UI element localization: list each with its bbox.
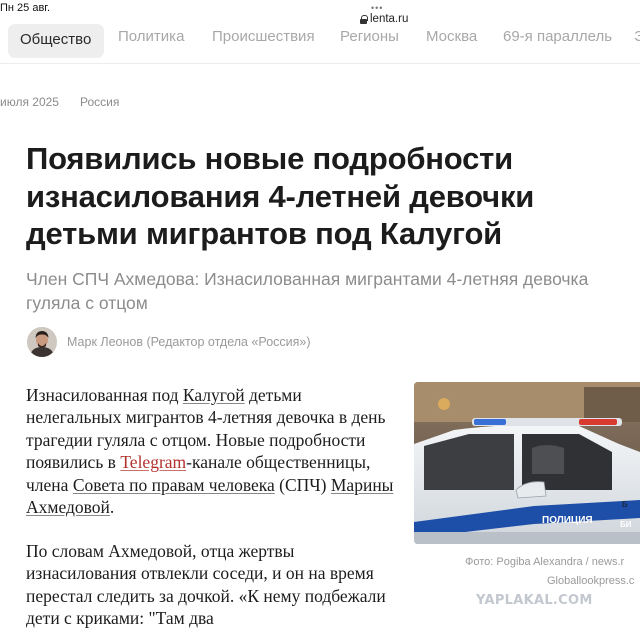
more-dots-icon[interactable]: ••• (371, 3, 383, 13)
article-photo[interactable]: ПОЛИЦИЯ Б БИ (414, 382, 640, 544)
author-avatar[interactable] (27, 327, 57, 357)
photo-letters-text: БИ (620, 520, 632, 529)
section-nav: Общество Политика Происшествия Регионы М… (0, 24, 640, 64)
lock-icon (360, 14, 368, 24)
photo-letter-text: Б (622, 500, 628, 509)
link-kaluga[interactable]: Калугой (183, 385, 245, 405)
link-telegram[interactable]: Telegram (120, 452, 186, 472)
article-rubric[interactable]: Россия (80, 95, 119, 109)
link-human-rights-council[interactable]: Совета по правам человека (73, 475, 275, 495)
photo-police-text: ПОЛИЦИЯ (542, 515, 593, 526)
photo-caption-agency: Globallookpress.c (547, 575, 635, 587)
tab-more[interactable]: Э (634, 28, 640, 45)
photo-caption-source: Фото: Pogiba Alexandra / news.r (465, 556, 625, 568)
tab-regions[interactable]: Регионы (340, 28, 399, 45)
tab-incidents[interactable]: Происшествия (212, 28, 315, 45)
article-paragraph: Изнасилованная под Калугой детьми нелега… (26, 385, 394, 518)
status-time: Пн 25 авг. (0, 2, 51, 14)
author-name[interactable]: Марк Леонов (Редактор отдела «Россия») (67, 335, 311, 349)
article-subtitle: Член СПЧ Ахмедова: Изнасилованная мигран… (26, 269, 589, 313)
watermark: YAPLAKAL.COM (476, 593, 593, 608)
article-paragraph: По словам Ахмедовой, отца жертвы изнасил… (26, 541, 386, 629)
tab-society[interactable]: Общество (8, 24, 105, 58)
photo-caption: Фото: Pogiba Alexandra / news.r Globallo… (465, 553, 640, 591)
tab-politics[interactable]: Политика (118, 28, 184, 45)
tab-moscow[interactable]: Москва (426, 28, 477, 45)
article-title: Появились новые подробности изнасиловани… (26, 141, 535, 251)
tab-69-parallel[interactable]: 69-я параллель (503, 28, 612, 45)
article-date: июля 2025 (0, 95, 59, 109)
